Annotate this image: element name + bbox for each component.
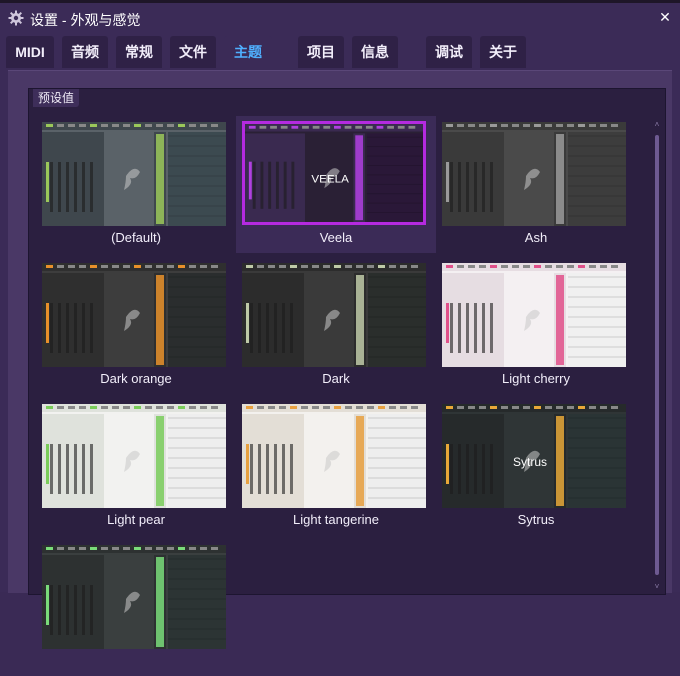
- gear-icon: [8, 10, 24, 26]
- theme-tile[interactable]: VEELA Veela: [236, 116, 436, 253]
- tab-info[interactable]: 信息: [352, 36, 398, 68]
- theme-overlay-text: Sytrus: [513, 455, 547, 469]
- presets-group: 预设值 (Default) VEELA Veela Ash Dark orange Dar…: [28, 88, 666, 649]
- tab-project[interactable]: 项目: [298, 36, 344, 68]
- theme-tile[interactable]: Dark: [236, 257, 436, 394]
- theme-tile[interactable]: [36, 539, 236, 676]
- tab-label: 主题: [234, 44, 262, 60]
- theme-label: Light pear: [107, 512, 165, 527]
- scroll-up-icon[interactable]: ˄: [653, 121, 661, 129]
- theme-tile[interactable]: Ash: [436, 116, 636, 253]
- tab-label: MIDI: [15, 44, 45, 60]
- scroll-thumb[interactable]: [655, 135, 659, 575]
- tab-label: 常规: [125, 44, 153, 60]
- theme-thumbnail: [42, 545, 226, 649]
- tab-about[interactable]: 关于: [480, 36, 526, 68]
- scrollbar[interactable]: ˄ ˅: [653, 121, 661, 591]
- tab-file[interactable]: 文件: [170, 36, 216, 68]
- theme-tile[interactable]: (Default): [36, 116, 236, 253]
- theme-label: Sytrus: [517, 512, 555, 527]
- window-title: 设置 - 外观与感觉: [30, 12, 141, 28]
- tab-label: 信息: [361, 44, 389, 60]
- tab-label: 关于: [489, 44, 517, 60]
- theme-thumbnail: [442, 122, 626, 226]
- theme-thumbnail: [42, 404, 226, 508]
- tab-label: 项目: [307, 44, 335, 60]
- tab-label: 调试: [435, 44, 463, 60]
- presets-group-label: 预设值: [33, 89, 80, 107]
- theme-tile[interactable]: Light cherry: [436, 257, 636, 394]
- settings-window: 设置 - 外观与感觉 ✕ MIDI 音频 常规 文件 主题 项目 信息 调试 关…: [0, 3, 680, 649]
- theme-thumbnail: [42, 263, 226, 367]
- tab-bar: MIDI 音频 常规 文件 主题 项目 信息 调试 关于: [0, 36, 680, 70]
- theme-tile[interactable]: Light pear: [36, 398, 236, 535]
- theme-label: Dark orange: [100, 371, 172, 386]
- tab-audio[interactable]: 音频: [62, 36, 108, 68]
- scroll-down-icon[interactable]: ˅: [653, 583, 661, 591]
- theme-thumbnail: [42, 122, 226, 226]
- theme-thumbnail: [242, 404, 426, 508]
- tab-midi[interactable]: MIDI: [6, 36, 54, 68]
- tab-theme[interactable]: 主题: [224, 36, 272, 68]
- title-bar: 设置 - 外观与感觉 ✕: [0, 3, 680, 33]
- theme-thumbnail: VEELA: [242, 121, 426, 225]
- tab-label: 文件: [179, 44, 207, 60]
- theme-label: (Default): [111, 230, 161, 245]
- theme-tile[interactable]: Light tangerine: [236, 398, 436, 535]
- theme-thumbnail: [442, 263, 626, 367]
- theme-label: Veela: [319, 230, 353, 245]
- content-panel: 预设值 (Default) VEELA Veela Ash Dark orange Dar…: [8, 70, 672, 649]
- theme-label: Ash: [524, 230, 548, 245]
- theme-label: Dark: [322, 371, 350, 386]
- tab-label: 音频: [71, 44, 99, 60]
- theme-label: Light tangerine: [292, 512, 379, 527]
- theme-tile[interactable]: Dark orange: [36, 257, 236, 394]
- theme-label: Light cherry: [502, 371, 570, 386]
- theme-thumbnail: Sytrus: [442, 404, 626, 508]
- tab-general[interactable]: 常规: [116, 36, 162, 68]
- theme-tile[interactable]: Sytrus Sytrus: [436, 398, 636, 535]
- theme-thumbnail: [242, 263, 426, 367]
- close-icon[interactable]: ✕: [656, 8, 674, 26]
- theme-overlay-text: VEELA: [311, 174, 349, 186]
- tab-debug[interactable]: 调试: [426, 36, 472, 68]
